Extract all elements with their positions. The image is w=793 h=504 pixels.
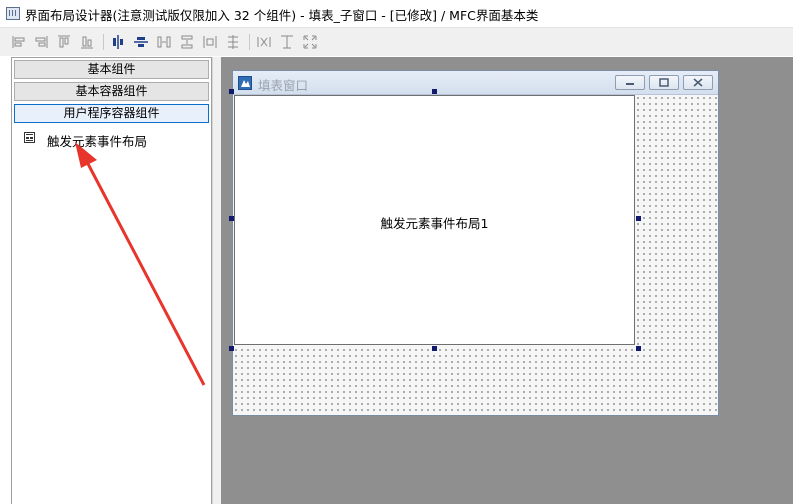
resize-handle-n[interactable] [432, 89, 437, 94]
category-basic-container-button[interactable]: 基本容器组件 [14, 82, 209, 101]
distribute-vertical-icon[interactable] [179, 34, 195, 50]
resize-handle-e[interactable] [636, 216, 641, 221]
form-title-bar: 填表窗口 [233, 71, 718, 95]
align-center-horizontal-icon[interactable] [133, 34, 149, 50]
component-item-label: 触发元素事件布局 [47, 134, 148, 149]
window-title: 界面布局设计器(注意测试版仅限加入 32 个组件) - 填表_子窗口 - [已修… [25, 8, 539, 23]
align-bottom-icon[interactable] [79, 34, 95, 50]
same-height-icon[interactable] [256, 34, 272, 50]
component-panel: 基本组件 基本容器组件 用户程序容器组件 触发元素事件布局 [11, 57, 212, 504]
align-center-vertical-icon[interactable] [110, 34, 126, 50]
resize-handle-w[interactable] [229, 216, 234, 221]
distribute-horizontal-icon[interactable] [156, 34, 172, 50]
same-width-icon[interactable] [225, 34, 241, 50]
minimize-button[interactable] [615, 75, 645, 90]
category-user-container-button[interactable]: 用户程序容器组件 [14, 104, 209, 123]
align-left-icon[interactable] [11, 34, 27, 50]
align-right-icon[interactable] [33, 34, 49, 50]
space-evenly-icon[interactable] [202, 34, 218, 50]
panel-splitter[interactable] [212, 57, 221, 504]
layout-toolbar [0, 27, 793, 56]
expand-icon[interactable] [302, 34, 318, 50]
align-top-icon[interactable] [56, 34, 72, 50]
app-icon [6, 7, 20, 20]
component-name-label: 触发元素事件布局1 [380, 216, 489, 231]
same-size-icon[interactable] [279, 34, 295, 50]
resize-handle-nw[interactable] [229, 89, 234, 94]
window-icon [238, 76, 252, 90]
layout-component-icon [24, 132, 35, 143]
form-title: 填表窗口 [258, 78, 309, 93]
title-bar: 界面布局设计器(注意测试版仅限加入 32 个组件) - 填表_子窗口 - [已修… [0, 0, 793, 27]
resize-handle-sw[interactable] [229, 346, 234, 351]
close-button[interactable] [683, 75, 713, 90]
maximize-button[interactable] [649, 75, 679, 90]
category-basic-button[interactable]: 基本组件 [14, 60, 209, 79]
resize-handle-se[interactable] [636, 346, 641, 351]
selected-layout-component[interactable]: 触发元素事件布局1 [234, 95, 635, 345]
resize-handle-s[interactable] [432, 346, 437, 351]
